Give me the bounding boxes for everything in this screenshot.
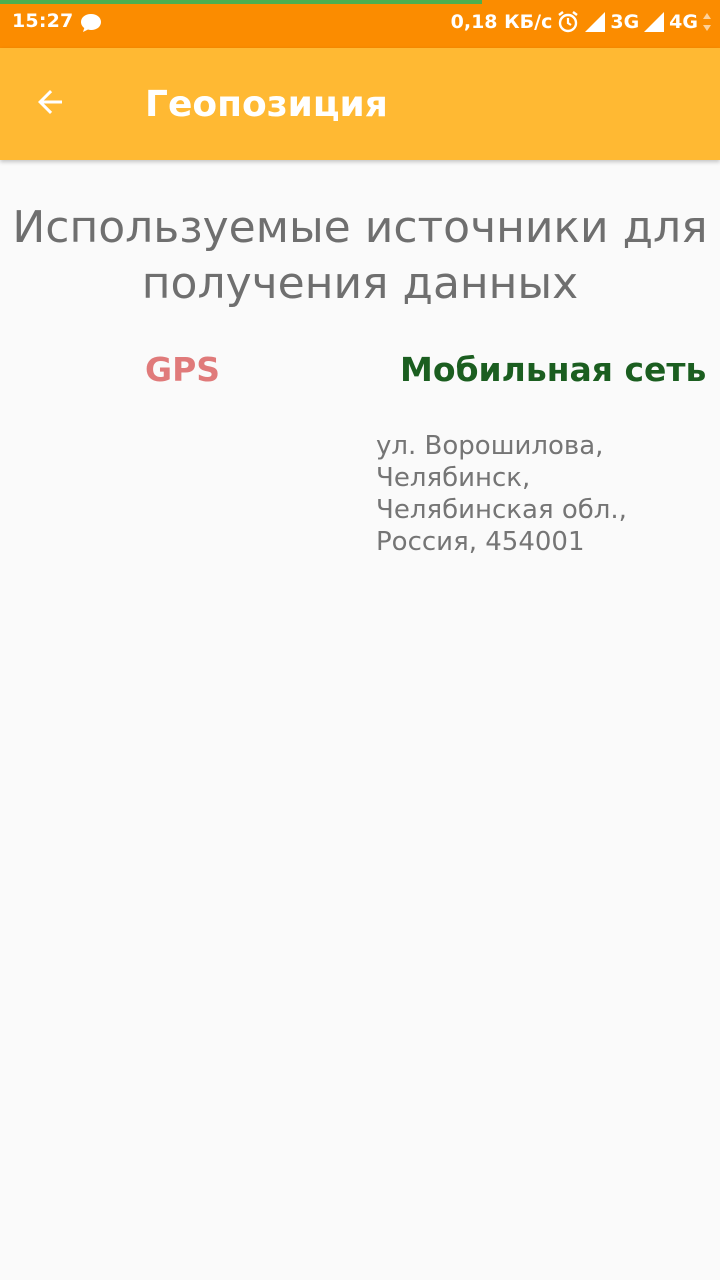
progress-bar xyxy=(0,0,483,4)
chat-bubble-icon xyxy=(80,13,102,37)
alarm-clock-icon xyxy=(556,10,580,34)
arrow-left-icon xyxy=(32,84,68,124)
mobile-network-source-label: Мобильная сеть xyxy=(400,350,707,389)
gps-source-label: GPS xyxy=(145,350,221,389)
data-arrows-icon xyxy=(702,11,712,33)
network-speed: 0,18 КБ/с xyxy=(450,11,553,33)
network-type-3g: 3G xyxy=(610,11,640,33)
status-time: 15:27 xyxy=(12,10,74,32)
network-type-4g: 4G xyxy=(669,11,698,33)
page-title: Геопозиция xyxy=(145,84,388,125)
app-bar: Геопозиция xyxy=(0,48,720,160)
signal-icon xyxy=(643,11,665,33)
mobile-network-address: ул. Ворошилова, Челябинск, Челябинская о… xyxy=(376,431,627,557)
status-bar: 15:27 0,18 КБ/с 3G 4G xyxy=(0,0,720,48)
status-icons: 0,18 КБ/с 3G 4G xyxy=(447,10,712,34)
sources-heading: Используемые источники для получения дан… xyxy=(12,202,708,309)
back-button[interactable] xyxy=(22,76,78,132)
signal-icon xyxy=(584,11,606,33)
